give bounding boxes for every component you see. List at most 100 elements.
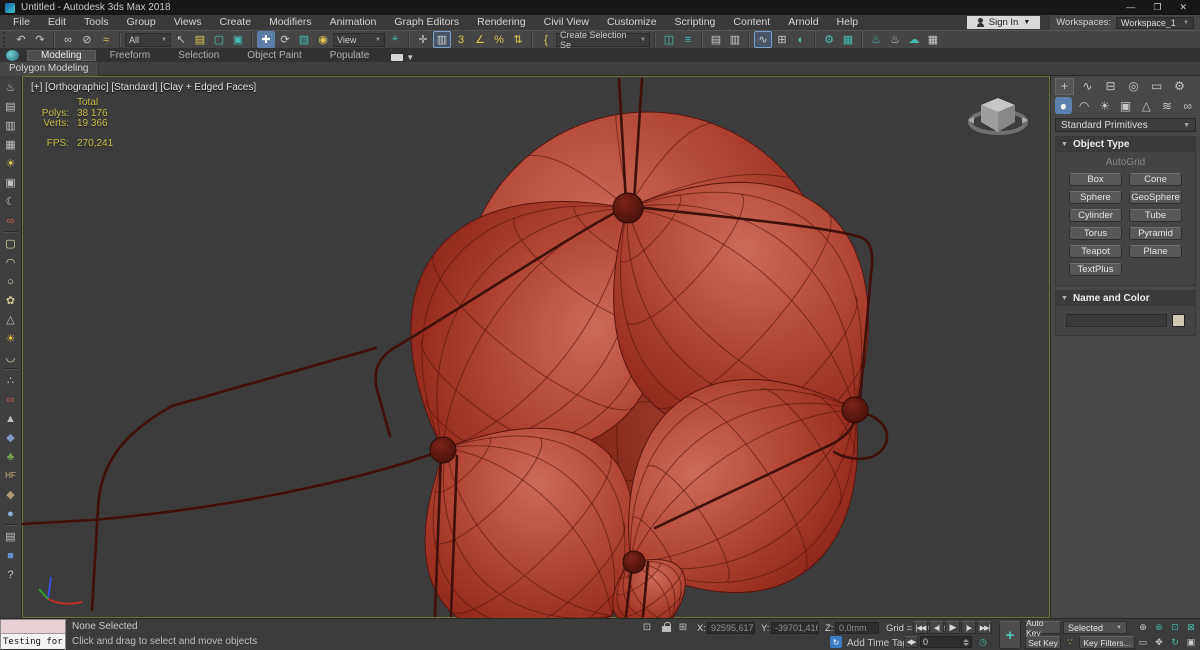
pan-hand-icon[interactable]: ✥: [1152, 636, 1166, 649]
camera-icon[interactable]: ▣: [1, 173, 20, 192]
menu-help[interactable]: Help: [828, 16, 868, 28]
zoom-all-icon[interactable]: ⊛: [1152, 621, 1166, 634]
menu-graph-editors[interactable]: Graph Editors: [385, 16, 468, 28]
workspace-dropdown[interactable]: Workspace_1 ▼: [1116, 16, 1194, 29]
render-setup-icon[interactable]: ⚙: [820, 31, 838, 48]
ring-primitive-icon[interactable]: ○: [1, 272, 20, 291]
render-iterative-icon[interactable]: ♨: [886, 31, 904, 48]
z-coordinate-field[interactable]: 0,0mm: [835, 622, 879, 634]
use-pivot-center-icon[interactable]: ⌖: [386, 31, 404, 48]
dome-primitive-icon[interactable]: ◠: [1, 253, 20, 272]
cone-primitive-icon[interactable]: △: [1, 310, 20, 329]
teapot-icon[interactable]: ♨: [1, 78, 20, 97]
auto-key-button[interactable]: Auto Key: [1025, 618, 1061, 638]
material-editor-icon[interactable]: ◐: [792, 31, 810, 48]
menu-animation[interactable]: Animation: [321, 16, 386, 28]
create-tab[interactable]: +: [1055, 77, 1074, 95]
key-filters-button[interactable]: Key Filters...: [1079, 636, 1135, 649]
minimize-button[interactable]: —: [1126, 2, 1135, 13]
clipboard-icon[interactable]: ▤: [1, 527, 20, 546]
hierarchy-tab[interactable]: ⊟: [1101, 78, 1120, 95]
undo-icon[interactable]: ↶: [12, 31, 30, 48]
menu-file[interactable]: File: [4, 16, 39, 28]
selection-lock-icon[interactable]: [662, 622, 671, 632]
primitive-button-cone[interactable]: Cone: [1129, 173, 1182, 186]
unlink-icon[interactable]: ⊘: [78, 31, 96, 48]
menu-group[interactable]: Group: [118, 16, 165, 28]
zoom-extents-all-icon[interactable]: ⊠: [1184, 621, 1198, 634]
particles-icon[interactable]: ∴: [1, 371, 20, 390]
motion-tab[interactable]: ◎: [1124, 78, 1143, 95]
play-button[interactable]: ▶: [945, 621, 960, 634]
render-presets-icon[interactable]: ▦: [924, 31, 942, 48]
utilities-tab[interactable]: ⚙: [1170, 78, 1189, 95]
render-cloud-icon[interactable]: ☁: [905, 31, 923, 48]
menu-create[interactable]: Create: [211, 16, 261, 28]
current-frame-field[interactable]: 0: [920, 636, 972, 648]
isolate-selection-icon[interactable]: ⊡: [640, 621, 654, 634]
menu-content[interactable]: Content: [724, 16, 779, 28]
lights-category[interactable]: ☀: [1096, 97, 1113, 114]
foliage-icon[interactable]: ♣: [1, 447, 20, 466]
orbit-icon[interactable]: ↻: [1168, 636, 1182, 649]
window-crossing-icon[interactable]: ▣: [229, 31, 247, 48]
polygon-modeling-panel[interactable]: Polygon Modeling: [0, 61, 99, 76]
light-bulb-icon[interactable]: ☀: [1, 154, 20, 173]
key-filter-icon[interactable]: ∵: [1063, 636, 1077, 649]
menu-modifiers[interactable]: Modifiers: [260, 16, 321, 28]
sign-in-button[interactable]: Sign In ▼: [966, 16, 1041, 29]
rendered-frame-icon[interactable]: ▦: [839, 31, 857, 48]
select-move-icon[interactable]: ✚: [257, 31, 275, 48]
zoom-extents-icon[interactable]: ⊡: [1168, 621, 1182, 634]
selection-filter-dropdown[interactable]: All ▼: [125, 32, 171, 47]
schematic-view-icon[interactable]: ⊞: [773, 31, 791, 48]
primitive-button-geosphere[interactable]: GeoSphere: [1129, 191, 1182, 204]
named-selection-sets-icon[interactable]: {: [537, 31, 555, 48]
select-rotate-icon[interactable]: ⟳: [276, 31, 294, 48]
select-link-icon[interactable]: ∞: [59, 31, 77, 48]
sphere-blue-icon[interactable]: ●: [1, 504, 20, 523]
menu-scripting[interactable]: Scripting: [666, 16, 725, 28]
object-name-field[interactable]: [1066, 314, 1167, 327]
autogrid-checkbox[interactable]: AutoGrid: [1056, 152, 1195, 170]
set-keys-button[interactable]: +: [999, 621, 1021, 649]
viewport-label[interactable]: [+] [Orthographic] [Standard] [Clay + Ed…: [31, 82, 256, 93]
primitive-button-teapot[interactable]: Teapot: [1069, 245, 1122, 258]
category-dropdown[interactable]: Standard Primitives ▼: [1055, 118, 1196, 132]
ribbon-tab-modeling[interactable]: Modeling: [27, 50, 96, 61]
ribbon-tab-selection[interactable]: Selection: [164, 50, 233, 61]
angle-snap-icon[interactable]: ∠: [471, 31, 489, 48]
moon-icon[interactable]: ☾: [1, 192, 20, 211]
select-scale-icon[interactable]: ▧: [295, 31, 313, 48]
add-time-tag[interactable]: Add Time Tag: [847, 638, 908, 649]
menu-arnold[interactable]: Arnold: [779, 16, 827, 28]
maxscript-mini-listener[interactable]: Testing for ;: [0, 619, 66, 650]
select-manipulate-icon[interactable]: ✛: [414, 31, 432, 48]
ribbon-tab-populate[interactable]: Populate: [316, 50, 383, 61]
hair-fur-icon[interactable]: HF: [1, 466, 20, 485]
menu-rendering[interactable]: Rendering: [468, 16, 534, 28]
helpers-category[interactable]: △: [1138, 97, 1155, 114]
primitive-button-cylinder[interactable]: Cylinder: [1069, 209, 1122, 222]
next-frame-button[interactable]: |▶: [961, 621, 976, 634]
view-cube[interactable]: [960, 88, 1034, 152]
menu-edit[interactable]: Edit: [39, 16, 75, 28]
go-to-start-button[interactable]: |◀◀: [913, 621, 928, 634]
ribbon-tab-freeform[interactable]: Freeform: [96, 50, 165, 61]
ribbon-tab-object-paint[interactable]: Object Paint: [233, 50, 315, 61]
plane-primitive-icon[interactable]: ▢: [1, 234, 20, 253]
absolute-mode-icon[interactable]: ⊞: [676, 621, 690, 634]
mirror-icon[interactable]: ◫: [660, 31, 678, 48]
viewport[interactable]: [+] [Orthographic] [Standard] [Clay + Ed…: [22, 76, 1050, 618]
zoom-region-icon[interactable]: ▭: [1136, 636, 1150, 649]
help-icon[interactable]: ?: [1, 565, 20, 584]
script-line[interactable]: Testing for ;: [1, 634, 65, 649]
align-icon[interactable]: ≡: [679, 31, 697, 48]
key-mode-toggle[interactable]: ◀▶: [904, 636, 918, 648]
rock-tan-icon[interactable]: ◆: [1, 485, 20, 504]
frame-spinner[interactable]: [963, 638, 969, 646]
display-tab[interactable]: ▭: [1147, 78, 1166, 95]
object-color-swatch[interactable]: [1172, 314, 1185, 327]
previous-frame-button[interactable]: ◀|: [929, 621, 944, 634]
scene-list-icon[interactable]: ▥: [1, 116, 20, 135]
